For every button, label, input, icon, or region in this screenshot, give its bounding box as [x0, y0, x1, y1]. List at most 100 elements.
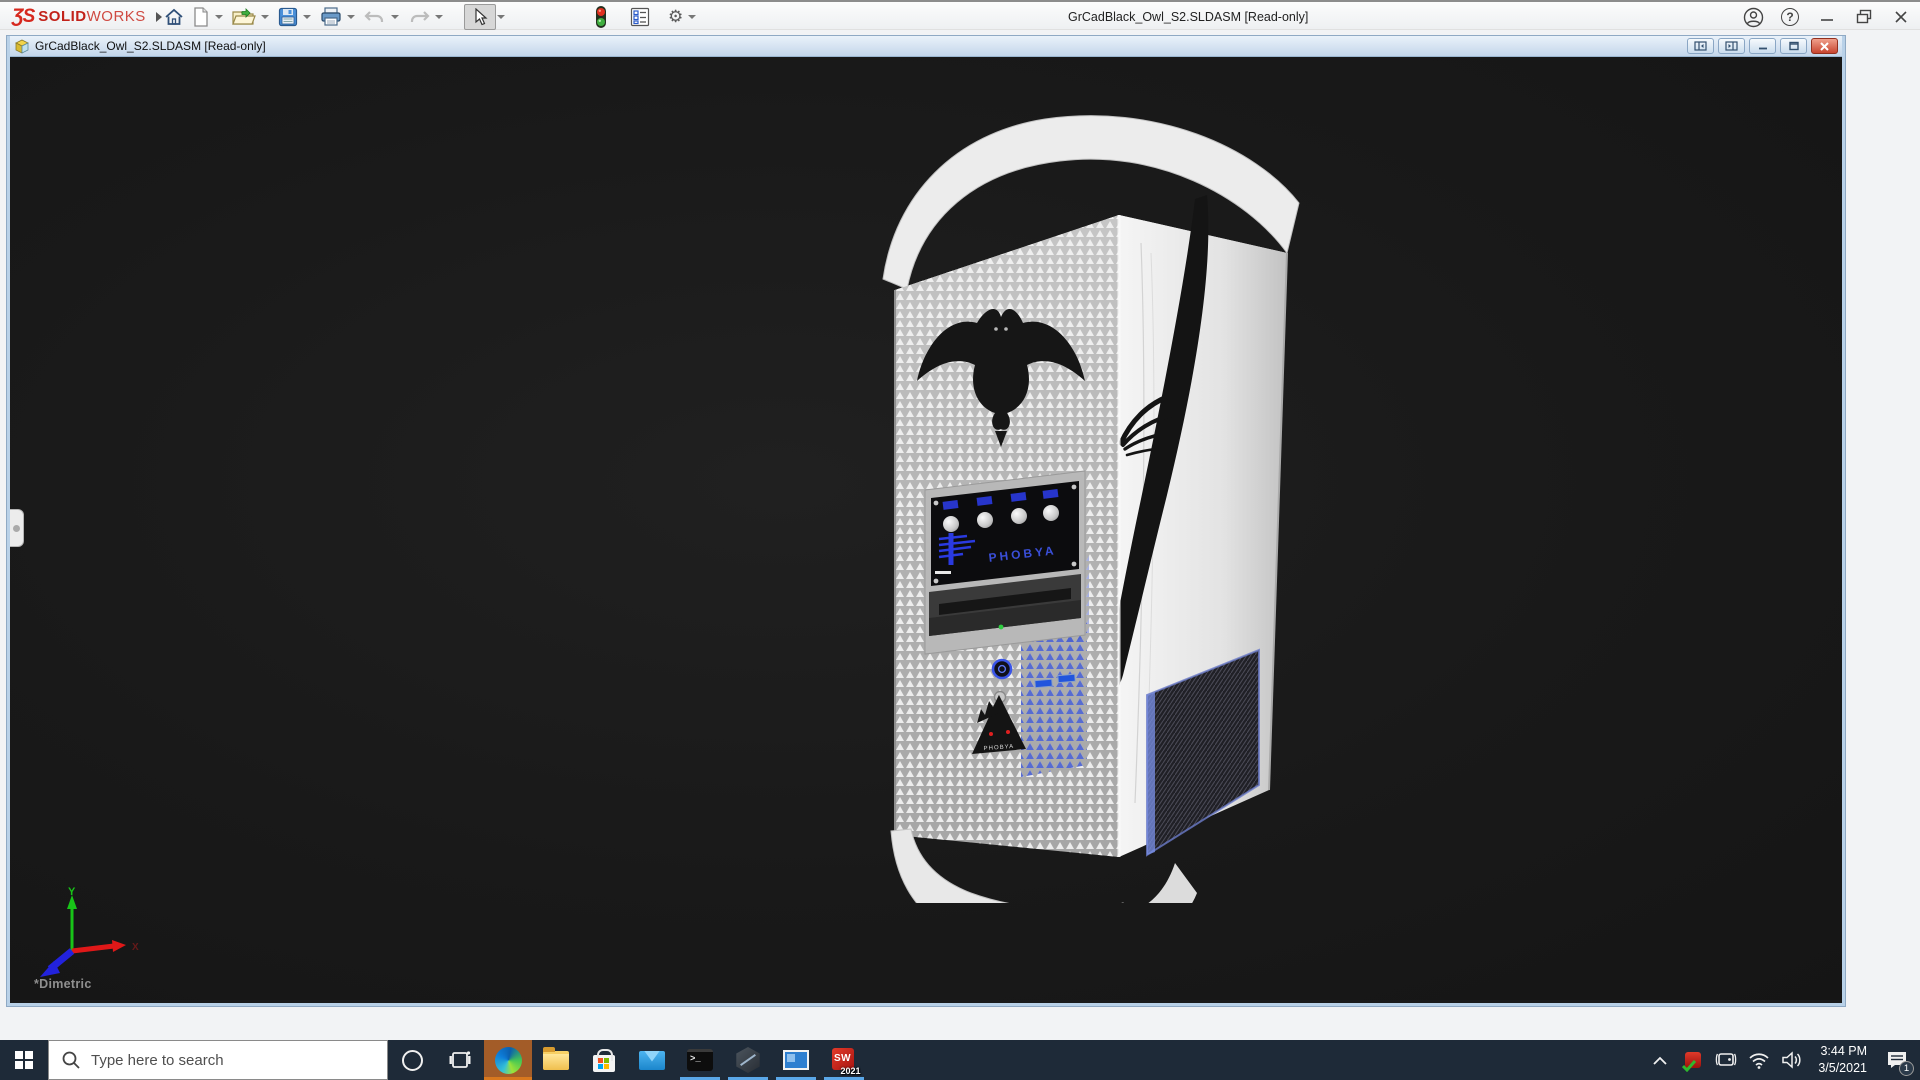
search-icon: [61, 1050, 81, 1070]
tray-wifi-button[interactable]: [1746, 1040, 1772, 1080]
account-icon: [1743, 7, 1764, 28]
document-titlebar[interactable]: GrCadBlack_Owl_S2.SLDASM [Read-only]: [10, 36, 1842, 57]
redo-icon: [408, 8, 430, 26]
front-mesh-blue-glow: [1021, 621, 1087, 777]
microsoft-store-icon: [593, 1055, 615, 1072]
solidworks-logo-mark: ƷS: [12, 6, 34, 28]
start-button[interactable]: [0, 1040, 48, 1080]
taskbar-app-solidworks[interactable]: SW 2021: [820, 1040, 868, 1080]
pane-left-icon: [1694, 41, 1707, 51]
document-restore-button[interactable]: [1780, 38, 1807, 54]
system-tray: 3:44 PM 3/5/2021 1: [1647, 1040, 1920, 1080]
status-lights-button[interactable]: [590, 4, 612, 30]
chevron-up-icon: [1653, 1056, 1667, 1065]
graphics-viewport[interactable]: PHOBYA: [10, 57, 1842, 1000]
undo-icon: [364, 8, 386, 26]
select-cursor-icon: [473, 8, 488, 26]
redo-dropdown[interactable]: [435, 15, 443, 19]
file-explorer-icon: [543, 1051, 569, 1070]
account-button[interactable]: [1742, 6, 1764, 28]
clock-time: 3:44 PM: [1818, 1043, 1867, 1060]
new-document-icon: [192, 7, 210, 27]
home-icon: [164, 7, 184, 27]
notification-center-button[interactable]: 1: [1880, 1040, 1914, 1080]
new-document-dropdown[interactable]: [215, 15, 223, 19]
tray-display-button[interactable]: [1713, 1040, 1739, 1080]
hexagon-app-icon: [735, 1047, 761, 1073]
taskbar-app-command-prompt[interactable]: >_: [676, 1040, 724, 1080]
taskbar-search[interactable]: [48, 1040, 388, 1080]
app-window-title: GrCadBlack_Owl_S2.SLDASM [Read-only]: [1068, 10, 1308, 24]
command-prompt-icon: >_: [687, 1049, 713, 1071]
pane-right-toggle-button[interactable]: [1718, 38, 1745, 54]
notification-badge: 1: [1899, 1061, 1914, 1076]
document-window-controls: [1687, 38, 1838, 54]
save-icon: [278, 7, 298, 27]
restore-button[interactable]: [1853, 6, 1875, 28]
screen: ƷS SOLIDWORKS: [0, 0, 1920, 1080]
select-tool-button[interactable]: [464, 4, 496, 30]
minimize-button[interactable]: [1816, 6, 1838, 28]
display-list-icon: [630, 7, 650, 27]
solidworks-logo: ƷS SOLIDWORKS: [12, 6, 162, 28]
save-button[interactable]: [274, 4, 302, 30]
tray-solidworks-status[interactable]: [1680, 1040, 1706, 1080]
print-icon: [320, 7, 342, 27]
task-view-button[interactable]: [436, 1040, 484, 1080]
select-tool-dropdown[interactable]: [497, 15, 505, 19]
options-dropdown[interactable]: [688, 15, 696, 19]
display-icon: [1715, 1051, 1737, 1069]
undo-button[interactable]: [360, 4, 390, 30]
mail-icon: [639, 1051, 665, 1070]
triad-y-label: Y: [68, 886, 76, 898]
taskbar-app-store[interactable]: [580, 1040, 628, 1080]
model-3d-pc-case: PHOBYA: [855, 103, 1335, 903]
print-button[interactable]: [316, 4, 346, 30]
restore-icon: [1856, 9, 1872, 25]
taskbar-app-edge[interactable]: [484, 1040, 532, 1080]
triad-x-label: X: [132, 942, 139, 953]
redo-button[interactable]: [404, 4, 434, 30]
open-button[interactable]: [228, 4, 260, 30]
home-button[interactable]: [160, 4, 188, 30]
open-dropdown[interactable]: [261, 15, 269, 19]
display-list-button[interactable]: [626, 4, 654, 30]
gear-icon: ⚙: [668, 7, 683, 27]
open-folder-icon: [232, 7, 256, 27]
pane-left-toggle-button[interactable]: [1687, 38, 1714, 54]
print-dropdown[interactable]: [347, 15, 355, 19]
taskbar-app-file-explorer[interactable]: [532, 1040, 580, 1080]
new-document-button[interactable]: [188, 4, 214, 30]
solidworks-year-label: 2021: [840, 1066, 860, 1076]
document-close-button[interactable]: [1811, 38, 1838, 54]
undo-dropdown[interactable]: [391, 15, 399, 19]
assembly-document-icon: [14, 39, 30, 54]
document-close-icon: [1819, 42, 1830, 51]
taskbar-app-hexagon[interactable]: [724, 1040, 772, 1080]
cortana-button[interactable]: [388, 1040, 436, 1080]
task-view-icon: [449, 1050, 471, 1070]
solidworks-2021-icon: SW 2021: [832, 1048, 857, 1073]
document-minimize-button[interactable]: [1749, 38, 1776, 54]
options-button[interactable]: ⚙: [664, 4, 687, 30]
drive-led: [999, 625, 1004, 630]
volume-icon: [1781, 1051, 1803, 1069]
window-app-icon: [783, 1050, 809, 1070]
search-input[interactable]: [49, 1041, 387, 1079]
feature-pane-tab[interactable]: [10, 509, 24, 547]
help-icon: ?: [1781, 8, 1799, 26]
save-dropdown[interactable]: [303, 15, 311, 19]
close-button[interactable]: [1890, 6, 1912, 28]
tray-expand-button[interactable]: [1647, 1040, 1673, 1080]
taskbar-clock[interactable]: 3:44 PM 3/5/2021: [1812, 1043, 1873, 1077]
taskbar-app-mail[interactable]: [628, 1040, 676, 1080]
help-button[interactable]: ?: [1779, 6, 1801, 28]
taskbar-app-window[interactable]: [772, 1040, 820, 1080]
close-icon: [1894, 10, 1908, 24]
cortana-icon: [402, 1050, 423, 1071]
document-window: GrCadBlack_Owl_S2.SLDASM [Read-only]: [7, 36, 1845, 1006]
tray-volume-button[interactable]: [1779, 1040, 1805, 1080]
pane-right-icon: [1725, 41, 1738, 51]
app-titlebar: ƷS SOLIDWORKS: [0, 0, 1920, 30]
windows-start-icon: [15, 1051, 33, 1069]
